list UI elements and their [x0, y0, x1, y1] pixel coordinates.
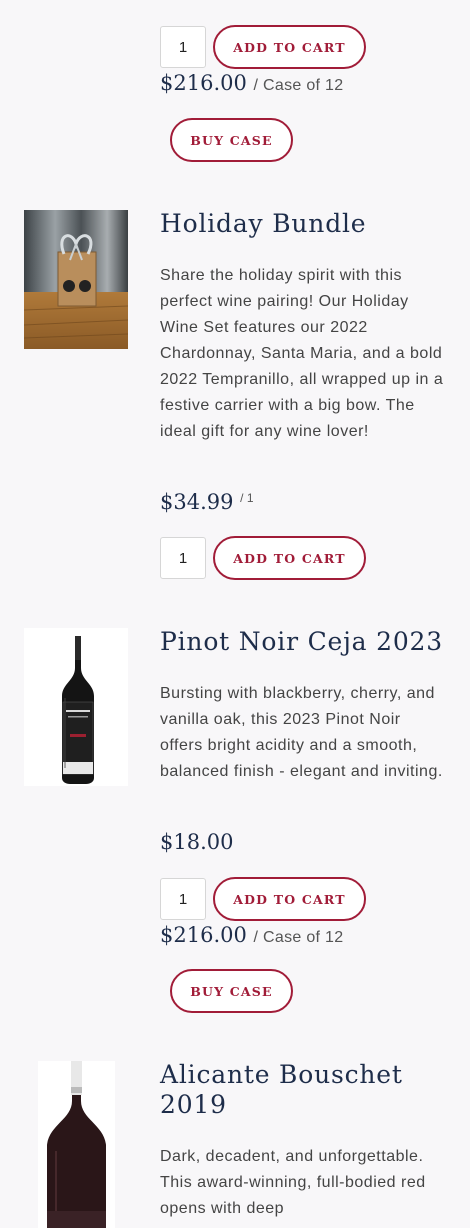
quantity-input[interactable]	[160, 537, 206, 579]
price-unit: / 1	[240, 491, 254, 505]
case-price: $216.00 / Case of 12	[160, 923, 343, 947]
add-to-cart-button[interactable]: ADD TO CART	[213, 25, 366, 69]
holiday-bundle-photo	[24, 210, 128, 349]
wine-bottle-image	[62, 636, 94, 784]
quantity-input[interactable]	[160, 26, 206, 68]
case-price-unit: / Case of 12	[253, 929, 344, 946]
case-price-value: $216.00	[160, 923, 247, 947]
quantity-input[interactable]	[160, 878, 206, 920]
product-description: Share the holiday spirit with this perfe…	[160, 267, 444, 440]
case-price-unit: / Case of 12	[253, 77, 344, 94]
product-price: $18.00	[160, 830, 234, 854]
buy-case-button[interactable]: BUY CASE	[170, 118, 293, 162]
case-price-value: $216.00	[160, 71, 247, 95]
product-image[interactable]	[24, 628, 128, 786]
price-value: $34.99	[160, 490, 234, 514]
add-to-cart-button[interactable]: ADD TO CART	[213, 536, 366, 580]
product-image[interactable]	[38, 1061, 115, 1228]
product-price: $34.99 / 1	[160, 490, 254, 514]
add-to-cart-button[interactable]: ADD TO CART	[213, 877, 366, 921]
wine-bottle-image	[47, 1061, 106, 1228]
product-title[interactable]: Pinot Noir Ceja 2023	[160, 627, 450, 657]
product-title[interactable]: Holiday Bundle	[160, 209, 450, 239]
price-partial: $18.00	[160, 0, 230, 2]
product-description: Dark, decadent, and unforgettable. This …	[160, 1148, 426, 1217]
product-image[interactable]	[24, 210, 128, 349]
product-title[interactable]: Alicante Bouschet 2019	[160, 1060, 430, 1120]
case-price: $216.00 / Case of 12	[160, 71, 343, 95]
product-description: Bursting with blackberry, cherry, and va…	[160, 685, 443, 780]
buy-case-button[interactable]: BUY CASE	[170, 969, 293, 1013]
